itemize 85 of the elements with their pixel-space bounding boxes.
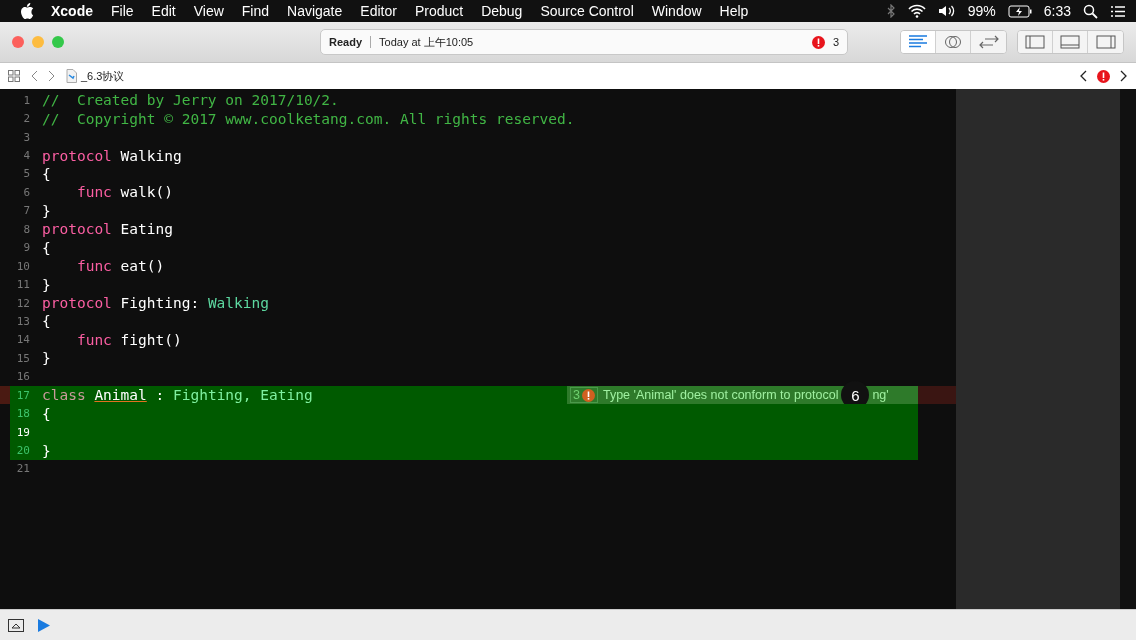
line-number: 11: [15, 278, 31, 292]
error-icon: [581, 388, 595, 402]
status-text: Ready: [329, 36, 363, 48]
menu-item[interactable]: View: [184, 3, 233, 19]
previous-issue-icon[interactable]: [1079, 70, 1087, 82]
right-panel-icon: [1095, 35, 1116, 49]
code-line: {: [42, 405, 51, 422]
battery-percent: 99%: [967, 3, 996, 19]
error-message: Type 'Animal' does not conform to protocol: [602, 388, 839, 402]
menu-item[interactable]: Find: [232, 3, 279, 19]
lines-icon: [908, 35, 928, 49]
code-line: {: [42, 313, 51, 330]
code-line: }: [42, 350, 51, 367]
bluetooth-icon[interactable]: [886, 4, 896, 18]
menu-item[interactable]: Editor: [351, 3, 406, 19]
code-line: func fight(): [75, 331, 182, 348]
code-line: }: [42, 276, 51, 293]
line-number: 20: [15, 444, 31, 458]
menu-item[interactable]: Debug: [472, 3, 532, 19]
error-count[interactable]: 3: [832, 36, 839, 48]
line-number: 8: [22, 222, 31, 236]
code-line: // Created by Jerry on 2017/10/2.: [42, 92, 339, 109]
search-icon[interactable]: [1083, 3, 1098, 19]
list-icon[interactable]: [1110, 4, 1126, 18]
code-line: protocol Eating: [42, 221, 173, 238]
bottom-panel-icon: [1060, 35, 1080, 49]
overlapping-circles-icon: [944, 34, 962, 50]
standard-editor-button[interactable]: [901, 31, 936, 53]
code-line: }: [42, 442, 51, 459]
apple-icon[interactable]: [20, 3, 34, 19]
next-issue-icon[interactable]: [1120, 70, 1128, 82]
line-number: 12: [15, 296, 31, 310]
line-number: 1: [22, 93, 31, 107]
line-number: 14: [15, 333, 31, 347]
code-line: func eat(): [75, 258, 165, 275]
navigator-toggle-button[interactable]: [1018, 31, 1053, 53]
grid-icon[interactable]: [8, 70, 20, 82]
line-number: 6: [22, 185, 31, 199]
menu-item[interactable]: Source Control: [531, 3, 643, 19]
line-number: 9: [22, 241, 31, 255]
menu-item[interactable]: Navigate: [278, 3, 352, 19]
line-number: 5: [22, 167, 31, 181]
line-number: 2: [22, 112, 31, 126]
arrows-icon: [978, 35, 999, 49]
line-number: 18: [15, 407, 31, 421]
forward-icon[interactable]: [48, 70, 56, 82]
volume-icon[interactable]: [937, 4, 956, 18]
close-button[interactable]: [12, 36, 24, 48]
line-number: 3: [22, 130, 31, 144]
timestamp: Today at 上午10:05: [379, 34, 474, 50]
code-line: protocol Walking: [42, 147, 182, 164]
clock[interactable]: 6:33: [1043, 3, 1071, 19]
line-number: 13: [15, 314, 31, 328]
error-icon: [1097, 69, 1110, 83]
line-number: 10: [15, 259, 31, 273]
line-number: 15: [15, 351, 31, 365]
menu-item[interactable]: Xcode: [42, 3, 102, 19]
menu-item[interactable]: File: [102, 3, 143, 19]
code-line: class Animal : Fighting, Eating: [42, 387, 313, 404]
menu-item[interactable]: Window: [642, 3, 711, 19]
line-number: 4: [22, 149, 31, 163]
menu-item[interactable]: Help: [710, 3, 758, 19]
code-line: {: [42, 239, 51, 256]
battery-icon[interactable]: [1007, 4, 1032, 18]
left-panel-icon: [1025, 35, 1045, 49]
file-name[interactable]: _6.3协议: [81, 68, 125, 84]
wifi-icon[interactable]: [907, 4, 926, 18]
hide-debug-area-icon[interactable]: [8, 618, 24, 632]
menu-item[interactable]: Edit: [142, 3, 185, 19]
code-line: // Copyright © 2017 www.coolketang.com. All rights reserved.: [42, 110, 575, 127]
code-line: {: [42, 165, 51, 182]
swift-file-icon: [66, 69, 77, 83]
line-number: 19: [15, 425, 31, 439]
line-number: 16: [15, 370, 31, 384]
code-line: func walk(): [75, 184, 173, 201]
error-message: ng': [872, 388, 889, 402]
code-line: protocol Fighting: Walking: [42, 295, 269, 312]
line-number: 17: [15, 388, 31, 402]
back-icon[interactable]: [30, 70, 38, 82]
line-number: 7: [22, 204, 31, 218]
menu-item[interactable]: Product: [405, 3, 473, 19]
play-icon[interactable]: [38, 618, 50, 632]
code-line: }: [42, 202, 51, 219]
line-number: 21: [15, 462, 31, 476]
error-icon: [811, 35, 825, 49]
